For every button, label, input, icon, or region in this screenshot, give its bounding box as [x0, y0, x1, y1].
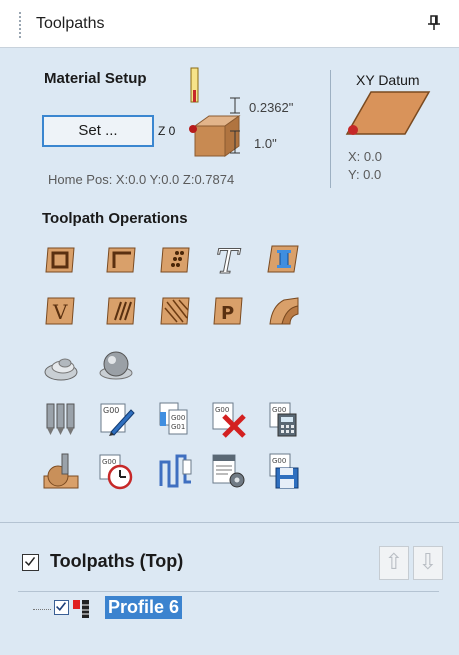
material-block-diagram	[189, 67, 241, 157]
toolpath-operations-heading: Toolpath Operations	[42, 210, 188, 227]
v-carve-toolpath-icon[interactable]: V	[42, 292, 80, 330]
toolpaths-visibility-checkbox[interactable]	[22, 554, 39, 571]
estimate-time-icon[interactable]: G00	[97, 452, 135, 490]
drag-grip-icon[interactable]	[19, 12, 21, 38]
preview-toolpath-icon[interactable]	[42, 452, 80, 490]
toolpath-tree-heading: Toolpaths (Top)	[50, 551, 184, 571]
svg-text:G00: G00	[102, 458, 116, 466]
delete-toolpath-icon[interactable]: G00	[210, 400, 248, 438]
pocket-toolpath-icon[interactable]	[103, 240, 141, 278]
toolpath-item-label[interactable]: Profile 6	[105, 596, 183, 619]
svg-text:G00: G00	[215, 406, 229, 414]
drilling-toolpath-icon[interactable]	[157, 240, 195, 278]
move-up-button[interactable]: ⇧	[379, 546, 409, 580]
post-processor-settings-icon[interactable]	[210, 452, 248, 490]
pin-icon[interactable]	[423, 12, 445, 34]
top-offset-value: 0.2362"	[249, 100, 294, 115]
xy-datum-title: XY Datum	[356, 72, 420, 88]
material-thickness-value: 1.0"	[254, 136, 277, 151]
svg-text:T: T	[216, 242, 241, 278]
inlay-toolpath-icon[interactable]	[264, 240, 302, 278]
toolpath-tree-panel	[0, 522, 459, 655]
material-setup-heading: Material Setup	[44, 70, 147, 87]
profile-toolpath-item-icon	[72, 598, 92, 620]
panel-titlebar: Toolpaths	[0, 0, 459, 48]
move-down-button[interactable]: ⇩	[413, 546, 443, 580]
moulding-toolpath-icon[interactable]	[264, 292, 302, 330]
tool-database-icon[interactable]	[42, 400, 80, 438]
datum-x: X: 0.0	[348, 149, 382, 164]
svg-text:P: P	[221, 303, 234, 324]
panel-title: Toolpaths	[36, 15, 105, 32]
merge-toolpaths-icon[interactable]: G00 G01	[157, 400, 195, 438]
svg-text:G00: G00	[272, 457, 286, 465]
tree-connector	[33, 609, 51, 610]
xy-datum-icon[interactable]	[343, 88, 433, 140]
toolpath-item-checkbox[interactable]	[54, 600, 69, 615]
3d-roughing-icon[interactable]	[42, 346, 80, 384]
section-divider	[330, 70, 331, 188]
edit-toolpath-icon[interactable]: G00	[97, 400, 135, 438]
datum-y: Y: 0.0	[348, 167, 382, 182]
svg-text:G00: G00	[171, 414, 185, 422]
tree-separator	[18, 591, 439, 592]
texture-toolpath-icon[interactable]	[157, 292, 195, 330]
calculate-toolpath-icon[interactable]: G00	[264, 400, 302, 438]
engraving-text-icon[interactable]: T	[210, 240, 248, 279]
svg-text:G00: G00	[272, 406, 286, 414]
set-material-button[interactable]: Set ...	[42, 115, 154, 147]
3d-finishing-icon[interactable]	[97, 346, 135, 384]
svg-text:G01: G01	[171, 423, 185, 431]
prism-carving-icon[interactable]: P	[210, 292, 248, 330]
z0-label: Z 0	[158, 124, 176, 138]
save-toolpath-icon[interactable]: G00	[264, 452, 302, 490]
svg-text:V: V	[52, 300, 68, 324]
home-position: Home Pos: X:0.0 Y:0.0 Z:0.7874	[48, 172, 235, 187]
fluting-toolpath-icon[interactable]	[103, 292, 141, 330]
toolpath-template-icon[interactable]	[157, 452, 195, 490]
profile-toolpath-icon[interactable]	[42, 240, 80, 278]
svg-text:G00: G00	[103, 406, 119, 415]
